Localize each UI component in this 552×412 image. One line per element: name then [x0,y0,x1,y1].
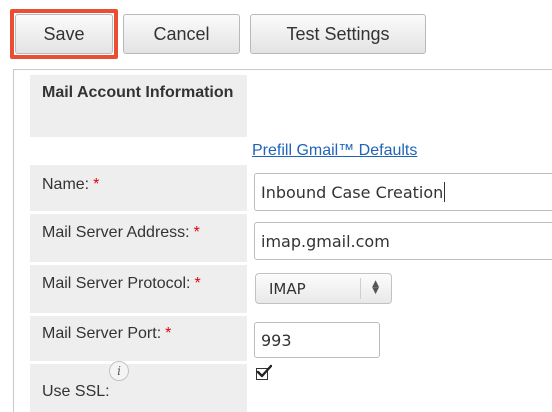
server-address-input[interactable]: imap.gmail.com [254,222,552,260]
prefill-gmail-link[interactable]: Prefill Gmail™ Defaults [252,142,417,160]
section-title: Mail Account Information [30,75,247,137]
name-input[interactable]: Inbound Case Creation [254,173,552,211]
port-label: Mail Server Port: [42,325,162,342]
required-marker: * [193,224,200,241]
required-marker: * [194,275,201,292]
checkmark-icon [256,364,272,378]
mail-account-form: Save Cancel Test Settings Mail Account I… [0,0,552,412]
cancel-button[interactable]: Cancel [123,14,240,54]
protocol-label: Mail Server Protocol: [42,275,191,292]
port-input[interactable]: 993 [254,322,380,358]
select-divider [360,278,361,299]
server-address-value: imap.gmail.com [261,231,390,251]
port-label-cell: Mail Server Port: * [30,316,247,361]
name-input-value: Inbound Case Creation [261,182,444,202]
use-ssl-checkbox[interactable] [256,364,272,380]
info-icon[interactable]: i [109,361,129,381]
name-label-cell: Name: * [30,165,247,211]
server-address-label-cell: Mail Server Address: * [30,214,247,262]
ssl-label: Use SSL: [42,383,110,400]
protocol-label-cell: Mail Server Protocol: * [30,265,247,313]
port-value: 993 [261,330,292,350]
protocol-select[interactable]: IMAP ▲ ▼ [255,273,392,304]
name-label: Name: [42,176,90,193]
save-button[interactable]: Save [15,14,113,54]
required-marker: * [93,176,100,193]
ssl-label-cell: Use SSL: [30,364,247,412]
server-address-label: Mail Server Address: [42,224,190,241]
protocol-selected-value: IMAP [269,279,306,298]
required-marker: * [165,325,172,342]
select-arrows-icon: ▲ ▼ [372,279,379,296]
text-cursor [444,182,446,202]
test-settings-button[interactable]: Test Settings [250,14,426,54]
